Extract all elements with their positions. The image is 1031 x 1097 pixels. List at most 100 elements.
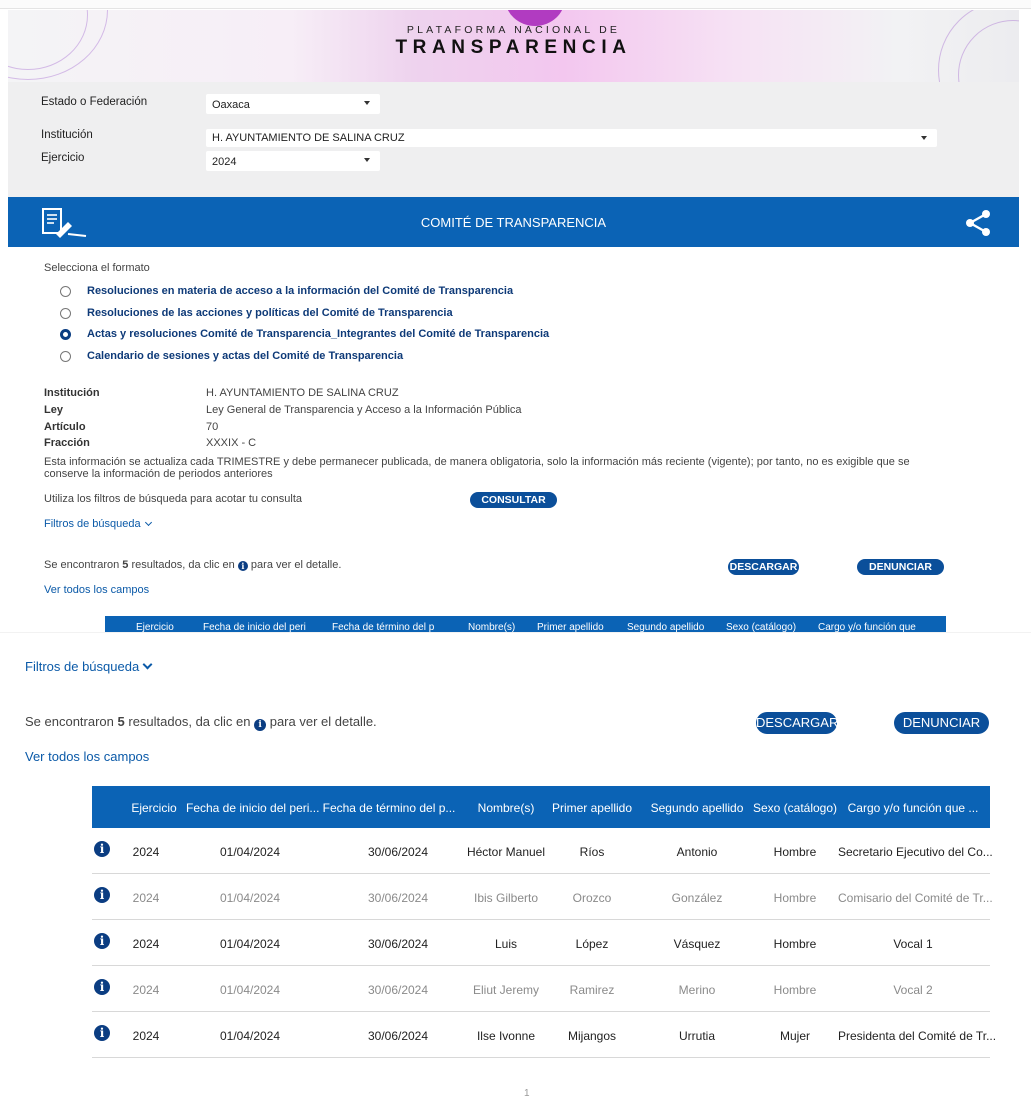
- table-row[interactable]: i 2024 01/04/2024 30/06/2024 Luis López …: [92, 920, 990, 966]
- cell-ejercicio: 2024: [132, 1029, 160, 1043]
- radio-button[interactable]: [60, 308, 71, 319]
- search-hint: Utiliza los filtros de búsqueda para aco…: [44, 493, 303, 505]
- filtros-toggle-small[interactable]: Filtros de búsqueda: [44, 518, 152, 530]
- table-row[interactable]: i 2024 01/04/2024 30/06/2024 Ilse Ivonne…: [92, 1012, 996, 1058]
- results-prefix: Se encontraron: [44, 559, 123, 571]
- chevron-down-icon: [144, 518, 152, 527]
- chevron-down-icon: [921, 136, 927, 140]
- radio-button[interactable]: [60, 286, 71, 297]
- cell-nombre: Ilse Ivonne: [476, 1029, 536, 1043]
- header-banner: PLATAFORMA NACIONAL DE TRANSPARENCIA: [8, 10, 1019, 82]
- col-header-fecha-termino[interactable]: Fecha de término del p...: [318, 801, 460, 815]
- col-header-segundo-apellido[interactable]: Segundo apellido: [642, 801, 752, 815]
- col-header-ejercicio[interactable]: Ejercicio: [122, 801, 186, 815]
- institucion-select[interactable]: H. AYUNTAMIENTO DE SALINA CRUZ: [206, 129, 937, 147]
- table-row[interactable]: i 2024 01/04/2024 30/06/2024 Ibis Gilber…: [92, 874, 993, 920]
- cell-ejercicio: 2024: [132, 891, 160, 905]
- chevron-down-icon: [142, 659, 153, 670]
- section-title: COMITÉ DE TRANSPARENCIA: [420, 215, 607, 230]
- denunciar-button[interactable]: DENUNCIAR: [894, 712, 989, 734]
- institucion-value: H. AYUNTAMIENTO DE SALINA CRUZ: [212, 132, 405, 144]
- format-title: Selecciona el formato: [44, 262, 150, 274]
- format-option-label[interactable]: Resoluciones de las acciones y políticas…: [87, 307, 453, 319]
- col-header-fecha-inicio[interactable]: Fecha de inicio del peri...: [186, 801, 319, 815]
- results-middle: resultados, da clic en: [128, 559, 238, 571]
- results-summary-small: Se encontraron 5 resultados, da clic en …: [44, 559, 341, 571]
- institucion-label: Institución: [41, 129, 93, 141]
- cell-fecha-inicio: 01/04/2024: [219, 983, 281, 997]
- cell-segundo-apellido: Urrutia: [678, 1029, 715, 1043]
- ejercicio-label: Ejercicio: [41, 152, 85, 164]
- cell-sexo: Mujer: [779, 1029, 810, 1043]
- info-icon[interactable]: i: [94, 979, 110, 995]
- cell-ejercicio: 2024: [132, 937, 160, 951]
- section-bar: COMITÉ DE TRANSPARENCIA: [8, 197, 1019, 247]
- results-summary: Se encontraron 5 resultados, da clic en …: [25, 714, 377, 731]
- mini-col-header: Nombre(s): [468, 622, 516, 632]
- results-suffix: para ver el detalle.: [247, 559, 342, 571]
- screenshot-divider: [0, 632, 1031, 633]
- consultar-button[interactable]: CONSULTAR: [470, 492, 557, 508]
- cell-fecha-termino: 30/06/2024: [367, 845, 429, 859]
- table-row[interactable]: i 2024 01/04/2024 30/06/2024 Eliut Jerem…: [92, 966, 990, 1012]
- col-header-primer-apellido[interactable]: Primer apellido: [549, 801, 635, 815]
- cell-primer-apellido: Mijangos: [567, 1029, 617, 1043]
- estado-select[interactable]: Oaxaca: [206, 94, 380, 114]
- results-table-header: Ejercicio Fecha de inicio del peri... Fe…: [92, 786, 990, 828]
- filters-panel: Estado o Federación Oaxaca Institución H…: [8, 82, 1019, 197]
- estado-label: Estado o Federación: [41, 96, 148, 108]
- info-institucion-value: H. AYUNTAMIENTO DE SALINA CRUZ: [206, 387, 399, 399]
- info-icon[interactable]: i: [94, 841, 110, 857]
- filtros-label: Filtros de búsqueda: [44, 518, 141, 530]
- cell-cargo: Secretario Ejecutivo del Co...: [838, 845, 993, 859]
- format-option-label[interactable]: Calendario de sesiones y actas del Comit…: [87, 350, 403, 362]
- denunciar-button-small[interactable]: DENUNCIAR: [857, 559, 944, 575]
- col-header-nombre[interactable]: Nombre(s): [463, 801, 549, 815]
- radio-button-checked[interactable]: [60, 329, 71, 340]
- mini-col-header: Primer apellido: [537, 622, 604, 632]
- cell-fecha-termino: 30/06/2024: [367, 983, 429, 997]
- mini-col-header: Fecha de término del p: [332, 622, 435, 632]
- col-header-sexo[interactable]: Sexo (catálogo): [752, 801, 838, 815]
- info-icon[interactable]: i: [94, 1025, 110, 1041]
- info-icon: i: [254, 719, 267, 731]
- results-count: 5: [117, 714, 125, 729]
- info-icon[interactable]: i: [94, 933, 110, 949]
- radio-button[interactable]: [60, 351, 71, 362]
- browser-top-strip: [0, 0, 1031, 9]
- ejercicio-select[interactable]: 2024: [206, 151, 380, 171]
- results-prefix: Se encontraron: [25, 714, 118, 729]
- col-header-cargo[interactable]: Cargo y/o función que ...: [838, 801, 988, 815]
- cell-fecha-inicio: 01/04/2024: [219, 845, 281, 859]
- pagination-page[interactable]: 1: [524, 1088, 530, 1097]
- info-icon[interactable]: i: [94, 887, 110, 903]
- cell-fecha-termino: 30/06/2024: [367, 891, 429, 905]
- cell-fecha-inicio: 01/04/2024: [219, 937, 281, 951]
- info-icon: i: [237, 561, 248, 571]
- share-icon[interactable]: [964, 209, 992, 237]
- cell-segundo-apellido: Antonio: [676, 845, 718, 859]
- cell-sexo: Hombre: [773, 937, 817, 951]
- format-option-label[interactable]: Actas y resoluciones Comité de Transpare…: [87, 328, 549, 340]
- format-option-label[interactable]: Resoluciones en materia de acceso a la i…: [87, 285, 513, 297]
- results-suffix: para ver el detalle.: [266, 714, 377, 729]
- mini-table-header: Ejercicio Fecha de inicio del peri Fecha…: [105, 616, 946, 632]
- info-institucion-label: Institución: [44, 387, 100, 399]
- filtros-toggle[interactable]: Filtros de búsqueda: [25, 659, 153, 674]
- cell-fecha-inicio: 01/04/2024: [219, 1029, 281, 1043]
- ejercicio-value: 2024: [212, 156, 237, 168]
- descargar-button-small[interactable]: DESCARGAR: [728, 559, 799, 575]
- estado-value: Oaxaca: [212, 99, 250, 111]
- ver-todos-link-small[interactable]: Ver todos los campos: [44, 584, 149, 596]
- descargar-button[interactable]: DESCARGAR: [756, 712, 838, 734]
- cell-cargo: Vocal 1: [893, 937, 933, 951]
- info-articulo-value: 70: [206, 421, 219, 433]
- cell-nombre: Eliut Jeremy: [472, 983, 540, 997]
- chevron-down-icon: [364, 101, 370, 105]
- cell-sexo: Hombre: [773, 983, 817, 997]
- ver-todos-link[interactable]: Ver todos los campos: [25, 749, 149, 764]
- cell-cargo: Vocal 2: [893, 983, 933, 997]
- cell-fecha-inicio: 01/04/2024: [219, 891, 281, 905]
- table-row[interactable]: i 2024 01/04/2024 30/06/2024 Héctor Manu…: [92, 828, 993, 874]
- cell-nombre: Luis: [494, 937, 517, 951]
